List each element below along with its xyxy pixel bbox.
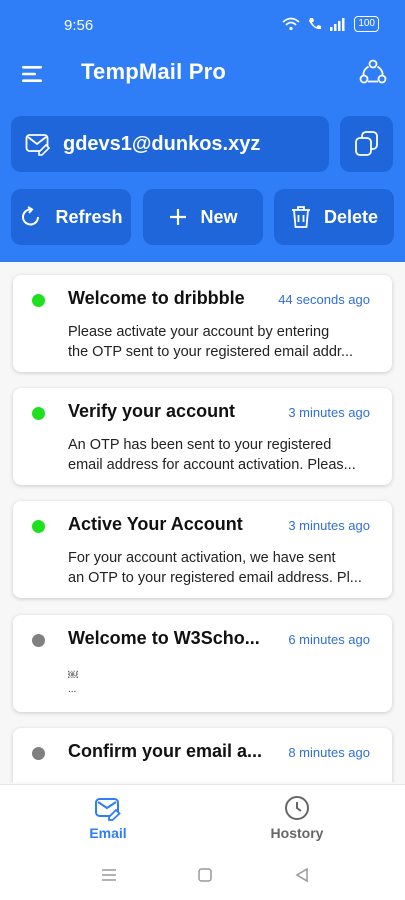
nav-history-label: Hostory <box>270 825 324 841</box>
message-subject: Welcome to dribbble <box>68 288 245 308</box>
copy-button[interactable] <box>340 116 393 172</box>
recents-icon[interactable] <box>100 866 118 884</box>
refresh-label: Refresh <box>55 206 123 227</box>
new-label: New <box>200 206 238 227</box>
preview-line-1: ￼ <box>68 670 78 681</box>
preview-line-1: An OTP has been sent to your registered <box>68 437 332 453</box>
mail-edit-icon <box>95 798 121 821</box>
back-icon[interactable] <box>293 866 311 884</box>
message-subject: Verify your account <box>68 401 236 421</box>
unread-dot <box>32 520 45 533</box>
copy-icon <box>354 131 378 156</box>
delete-button[interactable]: Delete <box>274 189 394 245</box>
system-navigation-bar <box>0 852 405 900</box>
message-preview: For your account activation, we have sen… <box>68 548 374 588</box>
preview-line-2: email address for account activation. Pl… <box>68 457 356 473</box>
message-card[interactable]: Welcome to W3Scho... 6 minutes ago ￼ ... <box>13 615 392 712</box>
preview-line-2: the OTP sent to your registered email ad… <box>68 344 354 360</box>
delete-label: Delete <box>323 206 379 227</box>
share-icon[interactable] <box>359 58 387 86</box>
mail-edit-icon <box>25 134 51 156</box>
home-icon[interactable] <box>196 866 214 884</box>
refresh-icon <box>22 206 40 226</box>
preview-line-2: ... <box>68 684 77 695</box>
clock-icon <box>285 796 309 820</box>
message-preview: An OTP has been sent to your registered … <box>68 435 374 475</box>
message-card[interactable]: Active Your Account 3 minutes ago For yo… <box>13 501 392 598</box>
message-time: 44 seconds ago <box>278 292 370 307</box>
message-subject: Confirm your email a... <box>68 741 263 761</box>
preview-line-1: For your account activation, we have sen… <box>68 550 336 566</box>
message-time: 8 minutes ago <box>288 745 370 760</box>
message-card[interactable]: Confirm your email a... 8 minutes ago ￼ <box>13 728 392 782</box>
message-preview: ￼ ... <box>68 669 374 697</box>
read-dot <box>32 747 45 760</box>
email-address: gdevs1@dunkos.xyz <box>63 132 261 155</box>
read-dot <box>32 634 45 647</box>
nav-email[interactable]: Email <box>48 795 168 841</box>
message-time: 6 minutes ago <box>288 632 370 647</box>
call-icon <box>309 18 322 30</box>
refresh-button[interactable]: Refresh <box>11 189 131 245</box>
top-app-bar: TempMail Pro <box>0 52 405 96</box>
header: 9:56 100 TempMail Pro gdevs1@dunkos.xyz … <box>0 0 405 262</box>
status-bar: 9:56 100 <box>0 0 405 52</box>
bottom-navigation: Email Hostory <box>0 784 405 852</box>
message-subject: Active Your Account <box>68 514 243 534</box>
unread-dot <box>32 294 45 307</box>
message-subject: Welcome to W3Scho... <box>68 628 260 648</box>
preview-line-1: Please activate your account by entering <box>68 324 330 340</box>
status-icons: 100 <box>282 16 379 32</box>
message-list: Welcome to dribbble 44 seconds ago Pleas… <box>0 262 405 782</box>
signal-icon <box>330 17 345 31</box>
app-title: TempMail Pro <box>81 59 227 84</box>
plus-icon <box>170 209 187 225</box>
menu-icon[interactable] <box>20 62 44 86</box>
battery-indicator: 100 <box>354 16 379 32</box>
message-card[interactable]: Verify your account 3 minutes ago An OTP… <box>13 388 392 485</box>
message-time: 3 minutes ago <box>288 518 370 533</box>
preview-line-2: an OTP to your registered email address.… <box>68 570 362 586</box>
status-time: 9:56 <box>64 17 94 34</box>
message-time: 3 minutes ago <box>288 405 370 420</box>
nav-email-label: Email <box>89 825 127 841</box>
nav-history[interactable]: Hostory <box>237 795 357 841</box>
email-address-box[interactable]: gdevs1@dunkos.xyz <box>11 116 329 172</box>
unread-dot <box>32 407 45 420</box>
wifi-icon <box>282 17 300 31</box>
message-card[interactable]: Welcome to dribbble 44 seconds ago Pleas… <box>13 275 392 372</box>
trash-icon <box>291 206 310 228</box>
new-button[interactable]: New <box>143 189 263 245</box>
message-preview: Please activate your account by entering… <box>68 322 374 362</box>
